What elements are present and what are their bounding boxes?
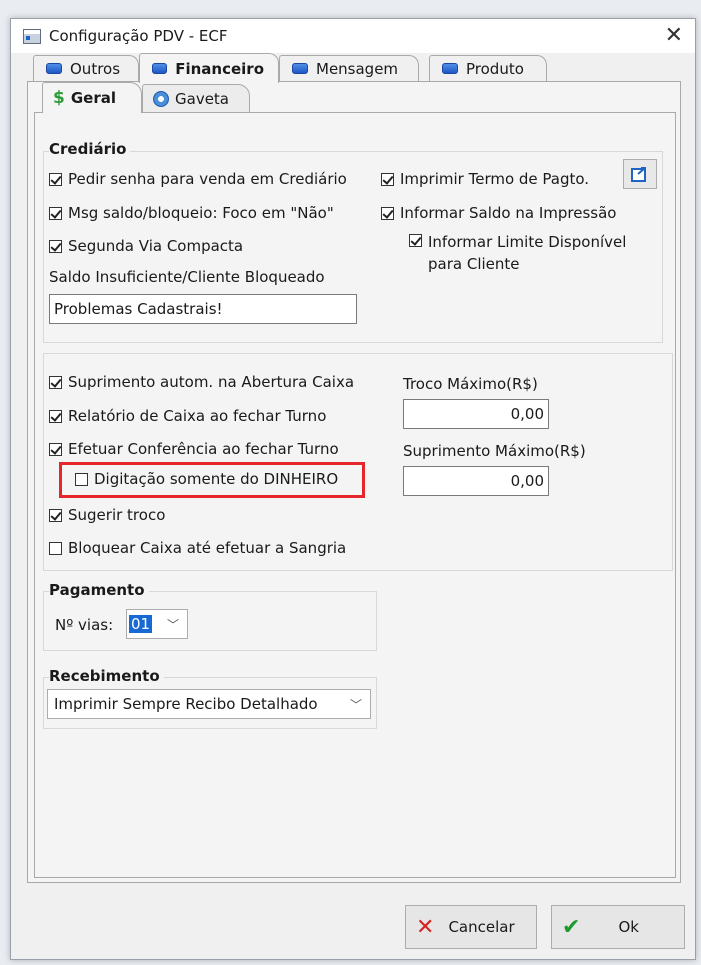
window-title: Configuração PDV - ECF [49, 27, 228, 45]
informar-limite-check-icon [409, 234, 422, 247]
tab-produto-label: Produto [466, 59, 524, 78]
tab-financeiro-icon [152, 63, 168, 74]
cancel-button[interactable]: ✕ Cancelar [405, 905, 537, 949]
geral-panel: Crediário Pedir senha para venda em Cred… [34, 112, 676, 878]
app-icon [23, 28, 41, 44]
tab-outros-icon [46, 63, 62, 74]
saldo-insuficiente-input[interactable]: Problemas Cadastrais! [49, 294, 357, 324]
ok-button[interactable]: ✔ Ok [551, 905, 685, 949]
tab-produto-icon [442, 63, 458, 74]
bloquear-caixa-checkbox[interactable]: Bloquear Caixa até efetuar a Sangria [49, 539, 346, 557]
check-icon: ✔ [562, 914, 581, 940]
informar-limite-label-line1: Informar Limite Disponível [428, 233, 627, 251]
sugerir-troco-checkbox[interactable]: Sugerir troco [49, 506, 165, 524]
pedir-senha-label: Pedir senha para venda em Crediário [68, 170, 347, 188]
recebimento-title: Recebimento [49, 667, 164, 685]
digitacao-dinheiro-label: Digitação somente do DINHEIRO [94, 470, 339, 488]
chevron-down-icon: ﹀ [349, 698, 362, 712]
export-button[interactable] [623, 159, 657, 189]
gear-icon [153, 90, 169, 107]
segunda-via-check-icon [49, 239, 62, 253]
export-icon [631, 167, 646, 182]
title-bar: Configuração PDV - ECF ✕ [11, 19, 695, 53]
dollar-icon: $ [53, 88, 65, 108]
informar-saldo-checkbox[interactable]: Informar Saldo na Impressão [381, 204, 616, 222]
tab-gaveta[interactable]: Gaveta [142, 84, 250, 112]
troco-maximo-input[interactable]: 0,00 [403, 399, 549, 429]
tab-gaveta-label: Gaveta [175, 89, 229, 108]
bloquear-caixa-label: Bloquear Caixa até efetuar a Sangria [68, 539, 347, 557]
saldo-insuficiente-label: Saldo Insuficiente/Cliente Bloqueado [49, 268, 325, 286]
efetuar-conferencia-check-icon [49, 442, 62, 456]
segunda-via-label: Segunda Via Compacta [68, 237, 244, 255]
cancel-label: Cancelar [448, 918, 515, 936]
crediario-title: Crediário [49, 140, 131, 158]
sugerir-troco-label: Sugerir troco [68, 506, 166, 524]
segunda-via-checkbox[interactable]: Segunda Via Compacta [49, 237, 243, 255]
troco-maximo-label: Troco Máximo(R$) [403, 375, 538, 393]
tab-geral[interactable]: $ Geral [42, 82, 142, 113]
tab-mensagem[interactable]: Mensagem [279, 55, 419, 81]
pagamento-title: Pagamento [49, 581, 149, 599]
relatorio-caixa-checkbox[interactable]: Relatório de Caixa ao fechar Turno [49, 407, 326, 425]
tab-financeiro-label: Financeiro [175, 59, 264, 78]
informar-limite-checkbox[interactable]: Informar Limite Disponível para Cliente [409, 231, 626, 275]
sugerir-troco-check-icon [49, 508, 62, 522]
close-icon: ✕ [416, 914, 435, 940]
main-tabs: Outros Financeiro Mensagem Produto [11, 53, 695, 83]
close-icon[interactable]: ✕ [665, 23, 683, 48]
digitacao-dinheiro-check-icon [75, 472, 88, 486]
vias-value: 01 [129, 615, 153, 633]
suprimento-maximo-label: Suprimento Máximo(R$) [403, 442, 586, 460]
recebimento-select[interactable]: Imprimir Sempre Recibo Detalhado ﹀ [47, 689, 371, 719]
tab-produto[interactable]: Produto [429, 55, 547, 81]
msg-saldo-check-icon [49, 206, 62, 220]
suprimento-autom-label: Suprimento autom. na Abertura Caixa [68, 373, 355, 391]
suprimento-maximo-input[interactable]: 0,00 [403, 466, 549, 496]
msg-saldo-label: Msg saldo/bloqueio: Foco em "Não" [68, 204, 334, 222]
imprimir-termo-check-icon [381, 172, 394, 186]
config-window: Configuração PDV - ECF ✕ Outros Financei… [10, 18, 696, 960]
suprimento-autom-checkbox[interactable]: Suprimento autom. na Abertura Caixa [49, 373, 354, 391]
imprimir-termo-checkbox[interactable]: Imprimir Termo de Pagto. [381, 170, 589, 188]
tab-outros[interactable]: Outros [33, 55, 139, 81]
financeiro-panel: $ Geral Gaveta Crediário Pedir senha par… [27, 81, 681, 883]
relatorio-caixa-check-icon [49, 409, 62, 423]
tab-mensagem-icon [292, 63, 308, 74]
vias-label: Nº vias: [55, 616, 114, 634]
informar-limite-label-line2: para Cliente [428, 255, 520, 273]
efetuar-conferencia-label: Efetuar Conferência ao fechar Turno [68, 440, 339, 458]
chevron-down-icon: ﹀ [166, 618, 179, 632]
suprimento-autom-check-icon [49, 375, 62, 389]
tab-outros-label: Outros [70, 59, 121, 78]
suprimento-maximo-value: 0,00 [510, 472, 544, 490]
imprimir-termo-label: Imprimir Termo de Pagto. [400, 170, 590, 188]
saldo-insuficiente-value: Problemas Cadastrais! [54, 300, 223, 318]
pedir-senha-checkbox[interactable]: Pedir senha para venda em Crediário [49, 170, 347, 188]
troco-maximo-value: 0,00 [510, 405, 544, 423]
tab-mensagem-label: Mensagem [316, 59, 399, 78]
sub-tabs: $ Geral Gaveta [28, 82, 680, 113]
relatorio-caixa-label: Relatório de Caixa ao fechar Turno [68, 407, 327, 425]
ok-label: Ok [618, 918, 639, 936]
vias-select[interactable]: 01 ﹀ [126, 609, 188, 639]
tab-financeiro[interactable]: Financeiro [139, 53, 279, 83]
informar-limite-label: Informar Limite Disponível para Cliente [428, 231, 626, 275]
pedir-senha-check-icon [49, 172, 62, 186]
msg-saldo-checkbox[interactable]: Msg saldo/bloqueio: Foco em "Não" [49, 204, 334, 222]
informar-saldo-check-icon [381, 206, 394, 220]
informar-saldo-label: Informar Saldo na Impressão [400, 204, 617, 222]
efetuar-conferencia-checkbox[interactable]: Efetuar Conferência ao fechar Turno [49, 440, 339, 458]
bloquear-caixa-check-icon [49, 541, 62, 555]
recebimento-value: Imprimir Sempre Recibo Detalhado [54, 695, 318, 713]
digitacao-dinheiro-checkbox[interactable]: Digitação somente do DINHEIRO [75, 470, 338, 488]
tab-geral-label: Geral [70, 89, 116, 107]
